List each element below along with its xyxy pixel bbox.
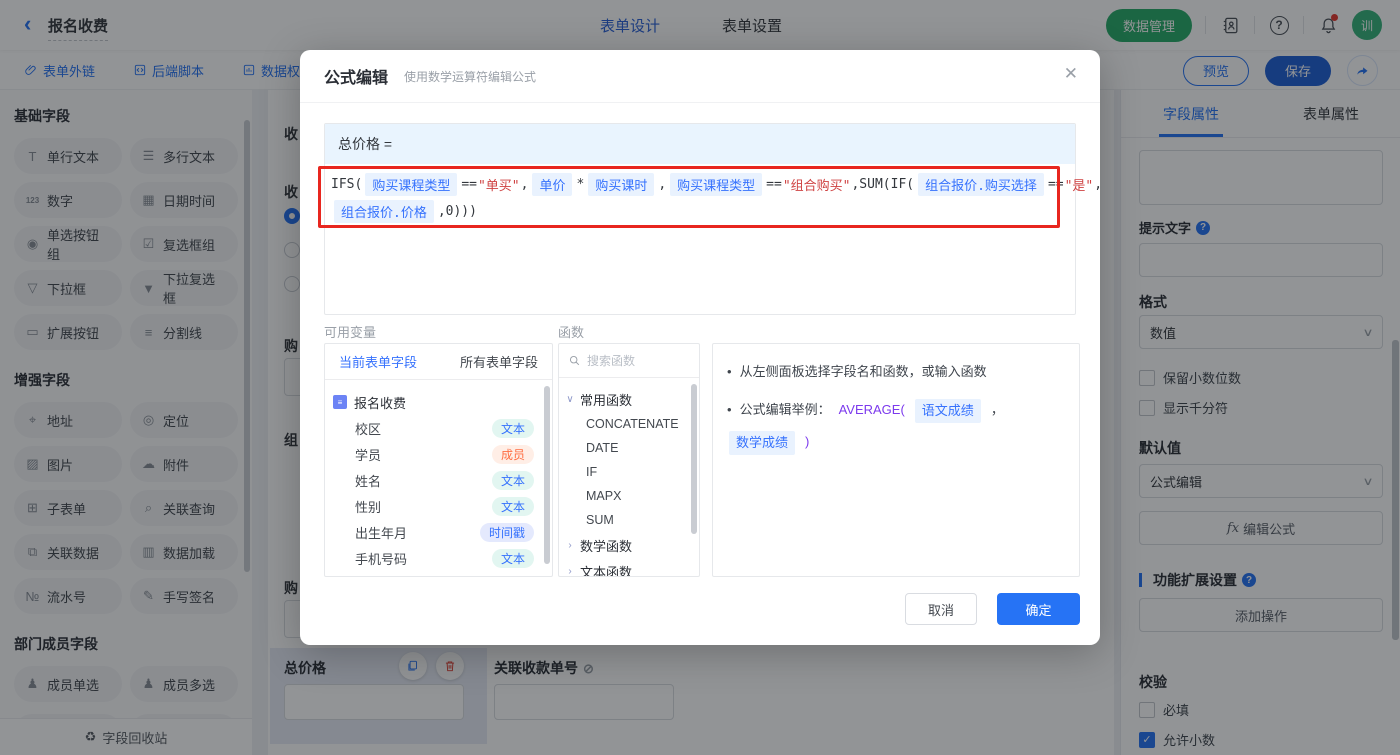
variables-scrollbar[interactable]: [544, 386, 550, 564]
function-group-name: 文本函数: [580, 564, 633, 577]
form-tree-root[interactable]: ≡ 报名收费: [333, 389, 544, 415]
chevron-right-icon: ›: [568, 539, 572, 551]
search-icon: [569, 355, 580, 366]
formula-hints: • 从左侧面板选择字段名和函数，或输入函数 • 公式编辑举例： AVERAGE( 语文成绩…: [712, 343, 1080, 577]
variable-row[interactable]: 手机号码 文本: [333, 545, 544, 571]
cancel-button[interactable]: 取消: [905, 593, 977, 625]
variable-row[interactable]: 学员 成员: [333, 441, 544, 467]
variables-tabs: 当前表单字段 所有表单字段: [325, 344, 552, 380]
variable-type-badge: 文本: [491, 496, 534, 516]
formula-line: IFS(购买课程类型 == "单买", 单价 * 购买课时, 购买课程类型 == "组合购买",…: [331, 171, 1102, 198]
function-group-name: 常用函数: [580, 392, 633, 408]
variables-panel: 当前表单字段 所有表单字段 ≡ 报名收费 校区 文本 学员 成员 姓名 文本 性别 文本 出生年…: [324, 343, 553, 577]
function-item[interactable]: IF: [565, 460, 693, 484]
field-chip-token[interactable]: 购买课程类型: [670, 173, 763, 196]
modal-title: 公式编辑: [324, 70, 389, 87]
hint-text: 从左侧面板选择字段名和函数，或输入函数: [739, 364, 987, 379]
variable-type-badge: 成员: [491, 444, 534, 464]
function-group[interactable]: ∨ 常用函数: [565, 386, 693, 412]
variable-name: 出生年月: [355, 525, 408, 541]
modal-subtitle: 使用数学运算符编辑公式: [404, 69, 537, 84]
tab-all-form-fields[interactable]: 所有表单字段: [460, 352, 538, 371]
chevron-down-icon: ∨: [566, 393, 574, 405]
form-doc-icon: ≡: [333, 395, 347, 409]
confirm-button[interactable]: 确定: [997, 593, 1080, 625]
formula-token: ,0))): [437, 204, 477, 219]
field-chip-token[interactable]: 组合报价.价格: [334, 200, 434, 223]
tab-current-form-fields[interactable]: 当前表单字段: [339, 352, 417, 371]
formula-token: ,: [1094, 177, 1103, 192]
chevron-right-icon: ›: [568, 565, 572, 577]
example-field-chip: 数学成绩: [729, 431, 796, 455]
field-chip-token[interactable]: 购买课时: [588, 173, 655, 196]
variables-label: 可用变量: [324, 325, 377, 340]
formula-editor-modal: 公式编辑 使用数学运算符编辑公式 ✕ 总价格 = IFS(购买课程类型 == "单买…: [300, 50, 1102, 645]
formula-token: ==: [766, 177, 782, 192]
field-chip-token[interactable]: 单价: [532, 173, 573, 196]
variable-row[interactable]: 校区 文本: [333, 415, 544, 441]
hint-text: ，: [990, 402, 1004, 417]
function-item[interactable]: DATE: [565, 436, 693, 460]
field-chip-token[interactable]: 购买课程类型: [365, 173, 458, 196]
variable-type-badge: 时间戳: [479, 522, 534, 542]
variable-type-badge: 文本: [491, 418, 534, 438]
formula-token: "是": [1064, 179, 1094, 194]
function-group-name: 数学函数: [580, 538, 633, 554]
formula-token: IFS(: [331, 177, 363, 192]
hint-text: ): [805, 434, 810, 449]
bullet-icon: •: [727, 402, 732, 417]
bullet-icon: •: [727, 364, 732, 379]
formula-expression[interactable]: IFS(购买课程类型 == "单买", 单价 * 购买课时, 购买课程类型 == "组合购买",…: [331, 171, 1102, 225]
variable-row[interactable]: 姓名 文本: [333, 467, 544, 493]
formula-target: 总价格 =: [325, 124, 1075, 164]
formula-token: ,SUM(IF(: [851, 177, 915, 192]
search-placeholder: 搜索函数: [587, 354, 636, 368]
formula-token: *: [576, 177, 585, 192]
formula-token: ,: [658, 177, 667, 192]
hint-example-line: • 公式编辑举例： AVERAGE( 语文成绩 ， 数学成绩): [727, 399, 1065, 455]
variable-name: 手机号码: [355, 551, 408, 567]
hint-text: 公式编辑举例：: [739, 402, 831, 417]
function-group[interactable]: › 数学函数: [565, 532, 693, 558]
formula-token: ,: [520, 177, 529, 192]
formula-token: "组合购买": [782, 179, 851, 194]
formula-token: ==: [461, 177, 477, 192]
function-search[interactable]: 搜索函数: [559, 344, 699, 378]
formula-line: 组合报价.价格 ,0))): [331, 198, 1053, 225]
variable-name: 性别: [355, 499, 382, 515]
functions-panel: 搜索函数 ∨ 常用函数 CONCATENATE DATE IF MAPX SUM › 数学函数 ›…: [558, 343, 700, 577]
hint-line: • 从左侧面板选择字段名和函数，或输入函数: [727, 361, 1065, 383]
close-icon[interactable]: ✕: [1064, 64, 1078, 84]
formula-token: "单买": [477, 179, 520, 194]
example-field-chip: 语文成绩: [914, 399, 981, 423]
variable-name: 姓名: [355, 473, 382, 489]
function-group[interactable]: › 文本函数: [565, 558, 693, 577]
variable-row[interactable]: 性别 文本: [333, 493, 544, 519]
hint-text: AVERAGE(: [838, 402, 905, 417]
variable-type-badge: 文本: [491, 470, 534, 490]
variable-row[interactable]: 出生年月 时间戳: [333, 519, 544, 545]
variable-type-badge: 文本: [491, 548, 534, 568]
variable-name: 校区: [355, 421, 382, 437]
functions-label: 函数: [558, 325, 585, 340]
function-item[interactable]: MAPX: [565, 484, 693, 508]
formula-token: ==: [1047, 177, 1064, 192]
function-item[interactable]: CONCATENATE: [565, 412, 693, 436]
field-chip-token[interactable]: 组合报价.购买选择: [918, 173, 1044, 196]
function-item[interactable]: SUM: [565, 508, 693, 532]
variable-name: 学员: [355, 447, 382, 463]
functions-scrollbar[interactable]: [691, 384, 697, 534]
modal-header: 公式编辑 使用数学运算符编辑公式 ✕: [300, 50, 1100, 103]
